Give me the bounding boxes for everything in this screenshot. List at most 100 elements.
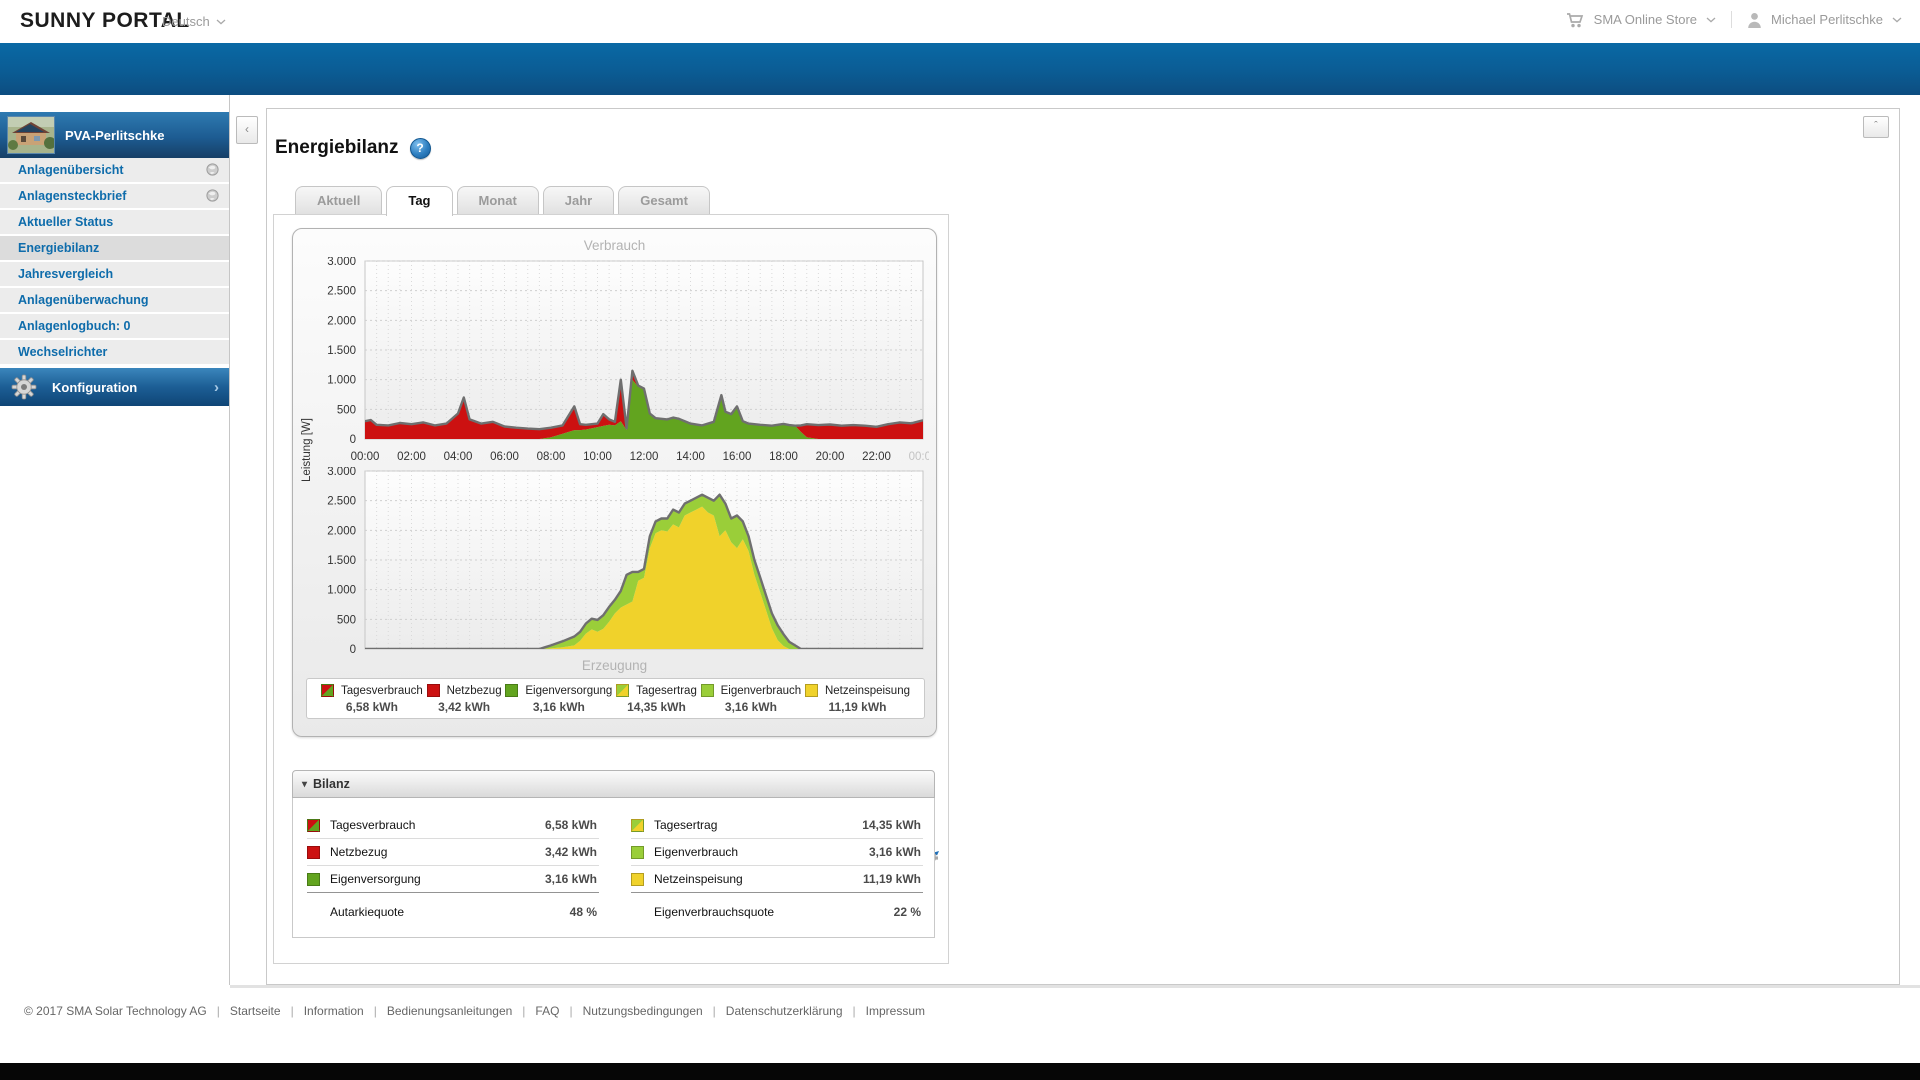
sidebar-item-aktueller-status[interactable]: Aktueller Status	[0, 210, 229, 234]
content-separator	[230, 985, 1920, 988]
footer-link-faq[interactable]: FAQ	[535, 1004, 559, 1018]
svg-text:18:00: 18:00	[769, 451, 798, 463]
legend-swatch	[804, 684, 818, 697]
svg-text:00:00: 00:00	[351, 451, 380, 463]
bilanz-header[interactable]: ▾ Bilanz	[292, 770, 935, 798]
cart-icon	[1566, 12, 1583, 27]
collapse-panel-button[interactable]: ˆ	[1863, 116, 1889, 138]
plant-header[interactable]: PVA-Perlitschke	[0, 112, 229, 158]
footer-link-impressum[interactable]: Impressum	[866, 1004, 925, 1018]
top-bar: SUNNY PORTAL Deutsch SMA Online Store Mi…	[0, 0, 1920, 43]
sidebar-item-anlagenueberwachung[interactable]: Anlagenüberwachung	[0, 288, 229, 312]
sidebar-item-wechselrichter[interactable]: Wechselrichter	[0, 340, 229, 364]
svg-text:1.500: 1.500	[327, 555, 356, 567]
bilanz-row: Tagesverbrauch 6,58 kWh	[307, 812, 599, 839]
help-icon[interactable]: ?	[409, 137, 431, 159]
sidebar-item-energiebilanz[interactable]: Energiebilanz	[0, 236, 229, 260]
legend-item: Netzbezug 3,42 kWh	[426, 684, 502, 714]
top-right-menus: SMA Online Store Michael Perlitschke	[1566, 11, 1902, 28]
legend-item: Eigenverbrauch 3,16 kWh	[700, 684, 801, 714]
chevron-down-icon	[1706, 17, 1716, 22]
svg-text:06:00: 06:00	[490, 451, 519, 463]
chart-legend: Tagesverbrauch 6,58 kWh Netzbezug 3,42 k…	[306, 678, 925, 719]
legend-swatch	[426, 684, 440, 697]
svg-text:10:00: 10:00	[583, 451, 612, 463]
swatch	[631, 818, 644, 832]
sidebar-menu: Anlagenübersicht Anlagensteckbrief Aktue…	[0, 158, 229, 366]
legend-swatch	[700, 684, 714, 697]
swatch	[631, 872, 644, 886]
language-selector[interactable]: Deutsch	[162, 14, 226, 29]
swatch	[307, 818, 320, 832]
svg-text:14:00: 14:00	[676, 451, 705, 463]
tab-bar: Aktuell Tag Monat Jahr Gesamt	[295, 186, 714, 216]
swatch	[307, 872, 320, 886]
legend-item: Netzeinspeisung 11,19 kWh	[804, 684, 910, 714]
footer-link-information[interactable]: Information	[304, 1004, 364, 1018]
tab-monat[interactable]: Monat	[456, 186, 539, 214]
svg-text:12:00: 12:00	[630, 451, 659, 463]
svg-text:500: 500	[337, 614, 356, 626]
bilanz-row: Eigenversorgung 3,16 kWh	[307, 866, 599, 893]
svg-text:0: 0	[350, 644, 356, 655]
user-icon	[1748, 12, 1761, 28]
tab-tag[interactable]: Tag	[386, 186, 453, 216]
swatch	[631, 845, 644, 859]
bilanz-row: Eigenverbrauch 3,16 kWh	[631, 839, 923, 866]
sidebar: PVA-Perlitschke Anlagenübersicht Anlagen…	[0, 95, 230, 985]
svg-text:20:00: 20:00	[816, 451, 845, 463]
legend-item: Eigenversorgung 3,16 kWh	[505, 684, 612, 714]
footer-link-startseite[interactable]: Startseite	[230, 1004, 281, 1018]
tab-jahr[interactable]: Jahr	[542, 186, 615, 214]
swatch	[307, 845, 320, 859]
bilanz-body: Tagesverbrauch 6,58 kWh Netzbezug 3,42 kWh…	[292, 798, 935, 938]
svg-text:1.500: 1.500	[327, 345, 356, 357]
tab-aktuell[interactable]: Aktuell	[295, 186, 383, 214]
legend-item: Tagesertrag 14,35 kWh	[616, 684, 697, 714]
config-label: Konfiguration	[52, 379, 138, 395]
globe-icon	[206, 163, 219, 176]
page-title: Energiebilanz	[275, 137, 399, 158]
sidebar-item-anlagensteckbrief[interactable]: Anlagensteckbrief	[0, 184, 229, 208]
collapse-caret-icon: ▾	[302, 778, 308, 790]
svg-text:16:00: 16:00	[723, 451, 752, 463]
svg-text:22:00: 22:00	[862, 451, 891, 463]
config-button[interactable]: Konfiguration ›	[0, 368, 229, 406]
legend-swatch	[616, 684, 630, 697]
plant-thumbnail	[7, 116, 55, 154]
autarkiequote-row: Autarkiequote 48 %	[330, 905, 597, 919]
user-menu[interactable]: Michael Perlitschke	[1771, 12, 1883, 27]
svg-text:2.500: 2.500	[327, 496, 356, 508]
gear-icon	[11, 374, 37, 400]
eigenverbrauchsquote-row: Eigenverbrauchsquote 22 %	[654, 905, 921, 919]
legend-item: Tagesverbrauch 6,58 kWh	[321, 684, 423, 714]
footer-link-nutzungsbedingungen[interactable]: Nutzungsbedingungen	[583, 1004, 703, 1018]
footer-link-datenschutzerklaerung[interactable]: Datenschutzerklärung	[726, 1004, 843, 1018]
legend-swatch	[505, 684, 519, 697]
time-axis: 00:00 02:00 04:00 06:00 08:00 10:00 12:00 14:00…	[351, 451, 929, 463]
sidebar-item-anlagenuebersicht[interactable]: Anlagenübersicht	[0, 158, 229, 182]
svg-text:0: 0	[350, 434, 356, 445]
chart-panel: Verbrauch 0 500 1.000 1.500 2.000 2.500 3.000 …	[292, 228, 937, 737]
footer-link-bedienungsanleitungen[interactable]: Bedienungsanleitungen	[387, 1004, 512, 1018]
plant-name: PVA-Perlitschke	[65, 127, 165, 143]
sidebar-item-anlagenlogbuch[interactable]: Anlagenlogbuch: 0	[0, 314, 229, 338]
svg-text:2.000: 2.000	[327, 525, 356, 537]
collapse-sidebar-button[interactable]: ‹	[236, 116, 258, 144]
legend-swatch	[321, 684, 334, 697]
store-menu[interactable]: SMA Online Store	[1594, 12, 1697, 27]
sidebar-item-jahresvergleich[interactable]: Jahresvergleich	[0, 262, 229, 286]
svg-text:2.500: 2.500	[327, 286, 356, 298]
svg-text:00:00: 00:00	[909, 451, 929, 463]
bottom-bar	[0, 1063, 1920, 1080]
svg-text:500: 500	[337, 404, 356, 416]
tab-gesamt[interactable]: Gesamt	[618, 186, 710, 214]
chevron-down-icon	[1892, 17, 1902, 22]
copyright: © 2017 SMA Solar Technology AG	[24, 1004, 207, 1018]
verbrauch-chart: 0 500 1.000 1.500 2.000 2.500 3.000	[327, 257, 924, 445]
bilanz-row: Tagesertrag 14,35 kWh	[631, 812, 923, 839]
main-panel: ˆ Energiebilanz ? Aktuell Tag Monat Jahr…	[266, 108, 1900, 985]
erzeugung-chart: 0 500 1.000 1.500 2.000 2.500 3.000	[327, 467, 924, 655]
chevron-right-icon: ›	[214, 378, 219, 396]
svg-text:08:00: 08:00	[537, 451, 566, 463]
